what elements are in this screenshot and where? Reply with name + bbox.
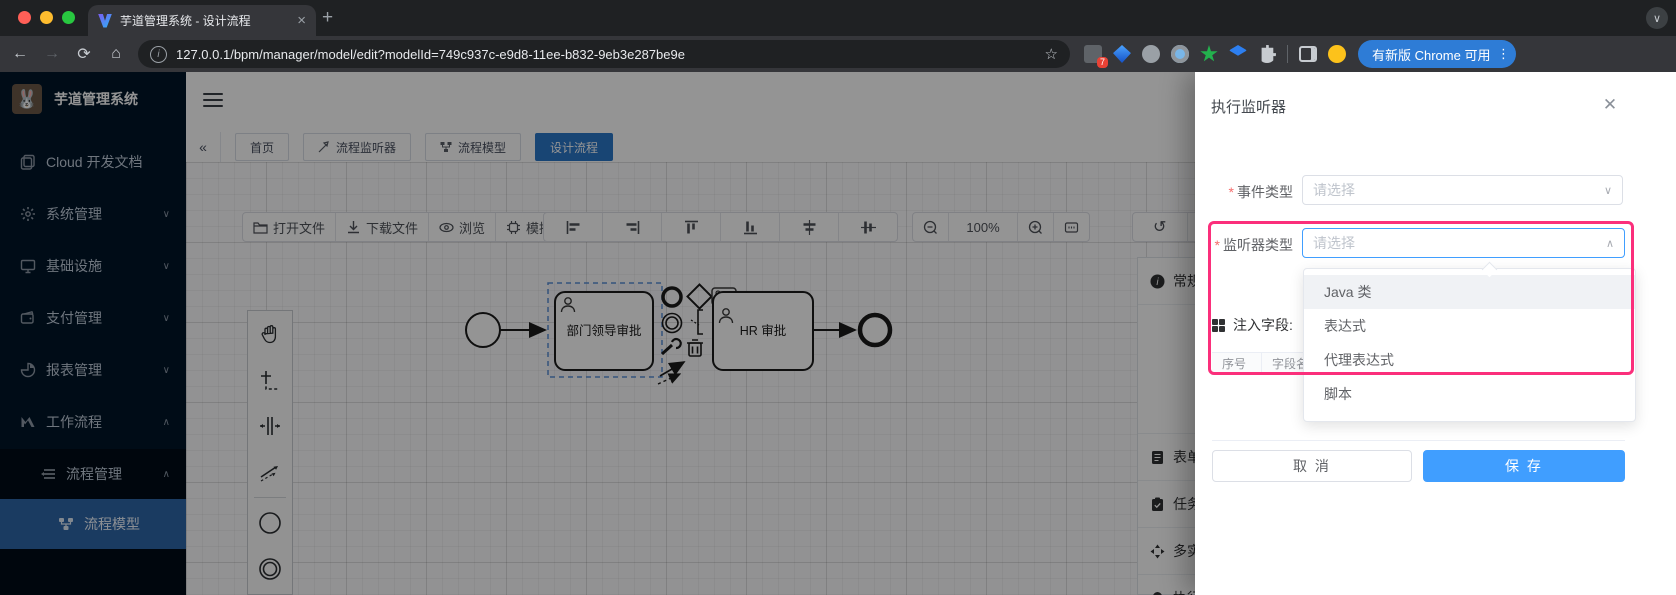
tab-close-icon[interactable]: × (297, 12, 306, 29)
chrome-menu-kebab-icon[interactable]: ⋮ (1496, 46, 1510, 62)
window-zoom-button[interactable] (62, 11, 75, 24)
extension-icon-chevrons[interactable] (1229, 45, 1247, 63)
url-text[interactable]: 127.0.0.1/bpm/manager/model/edit?modelId… (176, 47, 1037, 62)
chrome-update-button[interactable]: 有新版 Chrome 可用 ⋮ (1358, 40, 1516, 68)
home-icon[interactable]: ⌂ (100, 45, 132, 63)
extensions-row: 7 (1084, 45, 1346, 63)
bookmark-star-icon[interactable]: ☆ (1045, 45, 1058, 63)
window-close-button[interactable] (18, 11, 31, 24)
extension-icon-circle[interactable] (1171, 45, 1189, 63)
browser-tab-title: 芋道管理系统 - 设计流程 (120, 12, 291, 29)
browser-tab[interactable]: 芋道管理系统 - 设计流程 × (88, 5, 316, 36)
dropdown-option-delegate-expression[interactable]: 代理表达式 (1304, 343, 1635, 377)
close-icon[interactable]: ✕ (1599, 94, 1621, 116)
forward-icon[interactable]: → (36, 45, 68, 63)
listener-type-placeholder: 请选择 (1313, 233, 1606, 253)
site-info-icon[interactable]: i (150, 46, 167, 63)
inject-fields-label: 注入字段: (1233, 315, 1293, 335)
sidebar-toggle-icon[interactable] (1299, 46, 1317, 62)
browser-address-bar: ← → ⟳ ⌂ i 127.0.0.1/bpm/manager/model/ed… (0, 36, 1676, 72)
profile-avatar-emoji[interactable] (1328, 45, 1346, 63)
extensions-puzzle-icon[interactable] (1258, 45, 1276, 63)
extension-icon-star[interactable] (1200, 45, 1218, 63)
listener-type-dropdown: Java 类 表达式 代理表达式 脚本 (1303, 268, 1636, 422)
app-area: 🐰 芋道管理系统 Cloud 开发文档 系统管理 ∨ 基础设施 ∨ 支付管理 ∨ (0, 72, 1676, 595)
site-favicon (98, 14, 112, 28)
event-type-select[interactable]: 请选择 ∨ (1302, 175, 1623, 205)
toolbar-separator (1287, 45, 1288, 63)
dropdown-option-expression[interactable]: 表达式 (1304, 309, 1635, 343)
inject-fields-row: 注入字段: (1212, 315, 1293, 335)
chevron-up-icon: ∧ (1606, 237, 1614, 250)
extension-icon-command[interactable] (1142, 45, 1160, 63)
listener-type-label: 监听器类型 (1195, 235, 1293, 255)
extension-icon-kite[interactable] (1113, 45, 1131, 63)
back-icon[interactable]: ← (4, 45, 36, 63)
dropdown-option-java-class[interactable]: Java 类 (1304, 275, 1635, 309)
window-minimize-button[interactable] (40, 11, 53, 24)
browser-tab-strip: 芋道管理系统 - 设计流程 × + ∨ (0, 0, 1676, 36)
event-type-label: 事件类型 (1195, 182, 1293, 202)
extension-icon-blocks[interactable]: 7 (1084, 45, 1102, 63)
screen: 芋道管理系统 - 设计流程 × + ∨ ← → ⟳ ⌂ i 127.0.0.1/… (0, 0, 1676, 595)
drawer-title: 执行监听器 (1211, 96, 1286, 117)
new-tab-button[interactable]: + (322, 7, 333, 29)
execution-listener-drawer: 执行监听器 ✕ 事件类型 请选择 ∨ 监听器类型 请选择 ∧ 注入字段: 序号 … (1195, 72, 1676, 595)
url-field[interactable]: i 127.0.0.1/bpm/manager/model/edit?model… (138, 40, 1070, 68)
col-seq: 序号 (1212, 353, 1262, 374)
listener-type-select[interactable]: 请选择 ∧ (1302, 228, 1625, 258)
grid-icon (1212, 319, 1225, 332)
extension-badge: 7 (1097, 57, 1108, 68)
save-button[interactable]: 保 存 (1423, 450, 1625, 482)
event-type-placeholder: 请选择 (1313, 180, 1604, 200)
cancel-button[interactable]: 取 消 (1212, 450, 1412, 482)
chevron-down-icon: ∨ (1604, 184, 1612, 197)
dropdown-option-script[interactable]: 脚本 (1304, 377, 1635, 411)
tab-search-chevron-icon[interactable]: ∨ (1646, 7, 1668, 29)
chrome-update-label: 有新版 Chrome 可用 (1372, 45, 1490, 64)
reload-icon[interactable]: ⟳ (68, 44, 100, 64)
